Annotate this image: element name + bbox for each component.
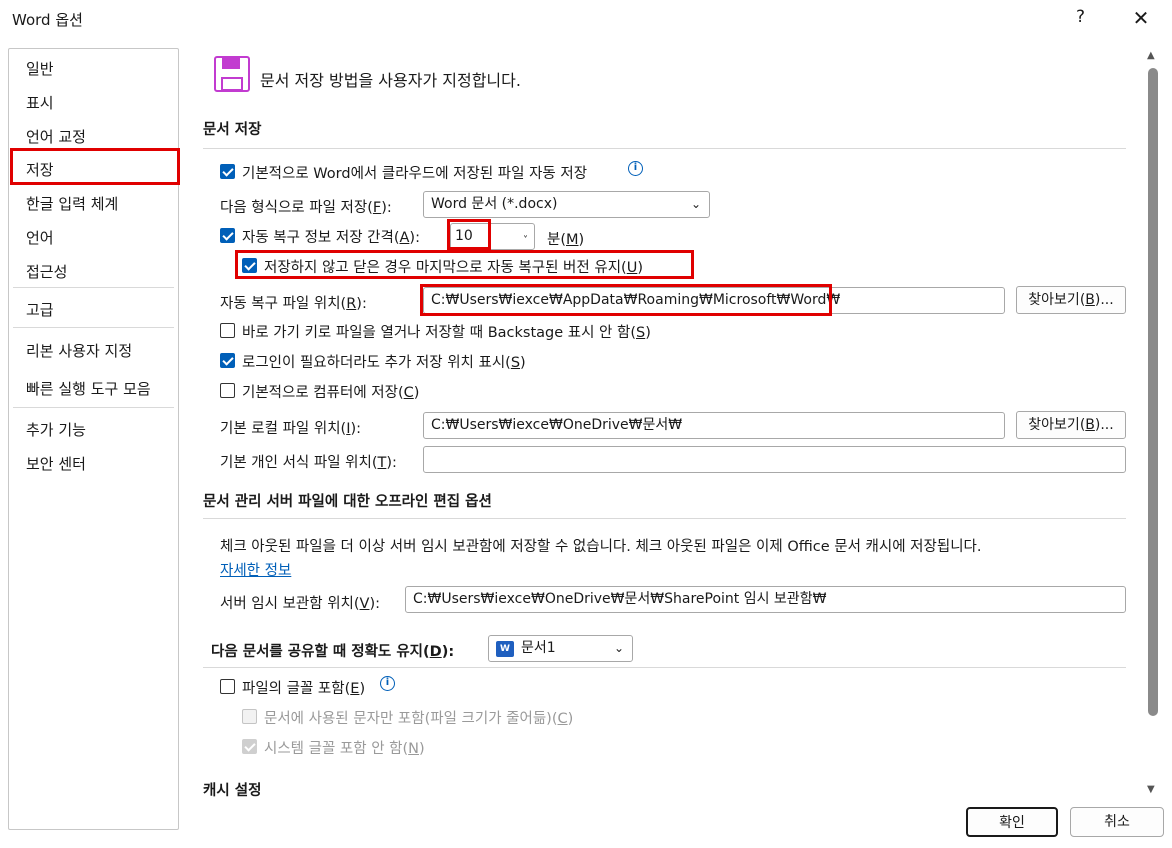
template-location-label: 기본 개인 서식 파일 위치(T): <box>220 455 397 471</box>
scroll-thumb[interactable] <box>1148 68 1158 716</box>
page-header: 문서 저장 방법을 사용자가 지정합니다. <box>260 71 521 90</box>
show-locations-checkbox[interactable] <box>220 353 235 368</box>
section-title-offline: 문서 관리 서버 파일에 대한 오프라인 편집 옵션 <box>203 494 492 510</box>
sidebar-item-general[interactable]: 일반 <box>26 58 54 79</box>
sidebar-item-language[interactable]: 언어 <box>26 227 54 248</box>
section-divider <box>203 148 1126 149</box>
window-title: Word 옵션 <box>12 11 83 29</box>
local-location-value: C:₩Users₩iexce₩OneDrive₩문서₩ <box>431 417 683 433</box>
sidebar-item-display[interactable]: 표시 <box>26 92 54 113</box>
section-title-fidelity: 다음 문서를 공유할 때 정확도 유지(D): <box>211 644 455 660</box>
autosave-cloud-label: 기본적으로 Word에서 클라우드에 저장된 파일 자동 저장 <box>242 166 588 182</box>
no-backstage-label: 바로 가기 키로 파일을 열거나 저장할 때 Backstage 표시 안 함(… <box>242 325 651 341</box>
sidebar-item-quick-access[interactable]: 빠른 실행 도구 모음 <box>26 378 151 399</box>
cancel-button[interactable]: 취소 <box>1070 807 1164 837</box>
sidebar-item-korean-input[interactable]: 한글 입력 체계 <box>26 193 118 214</box>
save-computer-checkbox[interactable] <box>220 383 235 398</box>
spinner-up-icon[interactable]: ˄ <box>523 224 528 234</box>
highlight-box-location <box>420 284 832 316</box>
sidebar-divider <box>13 327 174 328</box>
scroll-down-icon[interactable]: ▼ <box>1147 784 1155 795</box>
fidelity-document-select[interactable]: W 문서1 ⌄ <box>488 635 633 662</box>
save-format-label: 다음 형식으로 파일 저장(F): <box>220 200 392 216</box>
close-button[interactable]: ✕ <box>1128 4 1154 32</box>
template-location-input[interactable] <box>423 446 1126 473</box>
drafts-location-value: C:₩Users₩iexce₩OneDrive₩문서₩SharePoint 임시… <box>413 591 827 607</box>
spinner-down-icon[interactable]: ˅ <box>523 234 528 248</box>
title-bar: Word 옵션 ? ✕ <box>0 0 1172 38</box>
only-used-chars-label: 문서에 사용된 문자만 포함(파일 크기가 줄어듦)(C) <box>264 711 574 727</box>
offline-description: 체크 아웃된 파일을 더 이상 서버 임시 보관함에 저장할 수 없습니다. 체… <box>220 539 982 555</box>
highlight-box-keep-last <box>235 250 694 279</box>
section-divider <box>203 667 1126 668</box>
fidelity-document-value: 문서1 <box>521 640 556 656</box>
info-icon[interactable]: i <box>628 161 643 176</box>
main-content: 문서 저장 방법을 사용자가 지정합니다. 문서 저장 기본적으로 Word에서… <box>190 38 1146 798</box>
embed-fonts-label: 파일의 글꼴 포함(E) <box>242 681 366 697</box>
sidebar-item-addins[interactable]: 추가 기능 <box>26 419 86 440</box>
chevron-down-icon: ⌄ <box>690 197 701 211</box>
save-format-select[interactable]: Word 문서 (*.docx) ⌄ <box>423 191 710 218</box>
browse-local-button[interactable]: 찾아보기(B)... <box>1016 411 1126 439</box>
show-locations-label: 로그인이 필요하더라도 추가 저장 위치 표시(S) <box>242 355 526 371</box>
save-format-value: Word 문서 (*.docx) <box>431 196 558 212</box>
sidebar-item-advanced[interactable]: 고급 <box>26 299 54 320</box>
embed-fonts-checkbox[interactable] <box>220 679 235 694</box>
minutes-unit-label: 분(M) <box>547 232 585 248</box>
no-system-fonts-checkbox[interactable] <box>242 739 257 754</box>
autorecover-label: 자동 복구 정보 저장 간격(A): <box>242 230 420 246</box>
local-location-label: 기본 로컬 파일 위치(I): <box>220 421 362 437</box>
sidebar-item-trust-center[interactable]: 보안 센터 <box>26 453 86 474</box>
sidebar-item-accessibility[interactable]: 접근성 <box>26 261 67 282</box>
highlight-box-save <box>10 148 180 185</box>
no-system-fonts-label: 시스템 글꼴 포함 안 함(N) <box>264 741 425 757</box>
sidebar-item-customize-ribbon[interactable]: 리본 사용자 지정 <box>26 340 132 361</box>
save-computer-label: 기본적으로 컴퓨터에 저장(C) <box>242 385 420 401</box>
section-title-cache: 캐시 설정 <box>203 783 262 798</box>
autorecover-location-label: 자동 복구 파일 위치(R): <box>220 296 367 312</box>
browse-autorecover-button[interactable]: 찾아보기(B)... <box>1016 286 1126 314</box>
only-used-chars-checkbox[interactable] <box>242 709 257 724</box>
vertical-scrollbar[interactable]: ▲ ▼ <box>1146 50 1160 798</box>
autosave-cloud-checkbox[interactable] <box>220 164 235 179</box>
word-document-icon: W <box>496 641 514 657</box>
drafts-location-label: 서버 임시 보관함 위치(V): <box>220 596 381 612</box>
help-button[interactable]: ? <box>1076 7 1085 27</box>
ok-button[interactable]: 확인 <box>966 807 1058 837</box>
highlight-box-minutes <box>447 219 491 250</box>
more-info-link[interactable]: 자세한 정보 <box>220 559 291 580</box>
sidebar-divider <box>13 407 174 408</box>
sidebar-item-proofing[interactable]: 언어 교정 <box>26 126 86 147</box>
drafts-location-input[interactable]: C:₩Users₩iexce₩OneDrive₩문서₩SharePoint 임시… <box>405 586 1126 613</box>
section-divider <box>203 518 1126 519</box>
info-icon[interactable]: i <box>380 676 395 691</box>
sidebar-divider <box>13 287 174 288</box>
chevron-down-icon: ⌄ <box>613 641 624 655</box>
autorecover-checkbox[interactable] <box>220 228 235 243</box>
local-location-input[interactable]: C:₩Users₩iexce₩OneDrive₩문서₩ <box>423 412 1005 439</box>
save-floppy-icon <box>214 56 250 92</box>
no-backstage-checkbox[interactable] <box>220 323 235 338</box>
section-title-save: 문서 저장 <box>203 122 262 138</box>
scroll-up-icon[interactable]: ▲ <box>1147 50 1155 61</box>
